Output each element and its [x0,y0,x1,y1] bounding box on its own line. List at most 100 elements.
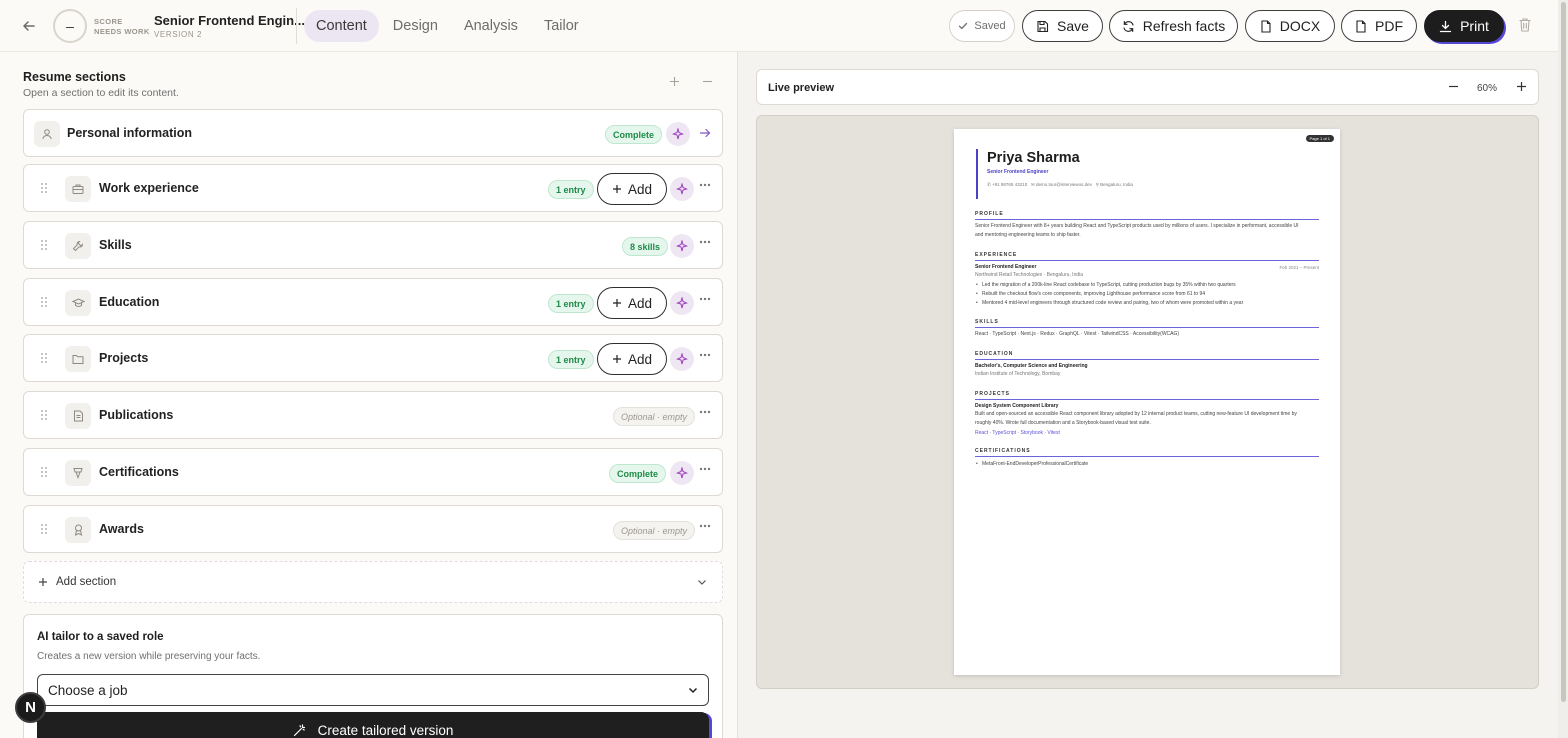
resume-name: Priya Sharma [987,150,1080,166]
section-card-education[interactable]: Education 1 entry Add [23,278,723,326]
expand-all-icon[interactable] [669,76,680,87]
saved-status-button[interactable]: Saved [949,10,1015,42]
create-tailored-label: Create tailored version [317,722,454,738]
section-title: Publications [99,408,174,422]
score-symbol: – [66,18,74,34]
add-section-label: Add section [56,576,117,588]
add-section-button[interactable]: Add section [23,561,723,603]
floppy-disk-icon [1037,20,1049,32]
ai-tailor-subtitle: Creates a new version while preserving y… [37,651,261,662]
drag-handle-icon[interactable] [40,409,48,421]
drag-handle-icon[interactable] [40,523,48,535]
editor-tabs: Content Design Analysis Tailor [304,10,591,42]
trash-icon[interactable] [1518,17,1532,33]
chevron-down-icon [688,687,698,693]
resume-skills-text: React · TypeScript · Next.js · Redux · G… [975,331,1180,337]
score-line1: SCORE [94,17,123,26]
zoom-out-icon[interactable] [1448,81,1459,92]
download-icon [1439,20,1452,32]
status-badge: Complete [605,125,663,144]
plus-icon [612,299,621,307]
ai-sparkle-icon[interactable] [670,234,694,258]
score-ring[interactable]: – [53,9,87,43]
certificate-icon [65,460,91,486]
tab-analysis[interactable]: Analysis [452,10,530,42]
resume-section-heading: PROFILE [975,211,1319,220]
status-badge: Optional · empty [613,521,696,540]
resume-profile-text: Senior Frontend Engineer with 8+ years b… [975,223,1299,238]
score-line2: NEEDS WORK [94,26,150,36]
add-entry-button[interactable]: Add [597,173,667,205]
magic-wand-icon [293,723,305,736]
create-tailored-version-button[interactable]: Create tailored version [37,712,709,738]
drag-handle-icon[interactable] [40,239,48,251]
list-item: Led the migration of a 200k-line React c… [976,281,1312,290]
drag-handle-icon[interactable] [40,296,48,308]
resume-email: demo.tour@interviewos.dev [1036,182,1092,187]
more-options-icon[interactable] [699,240,711,244]
more-options-icon[interactable] [699,353,711,357]
zoom-in-icon[interactable] [1516,81,1527,92]
print-label: Print [1460,18,1489,34]
tab-tailor[interactable]: Tailor [532,10,591,42]
resume-job-bullets: Led the migration of a 200k-line React c… [976,281,1312,307]
user-icon [34,121,60,147]
more-options-icon[interactable] [699,297,711,301]
resume-project-text: Built and open-sourced an accessible Rea… [975,411,1297,426]
tab-design[interactable]: Design [381,10,450,42]
page-indicator: Page 1 of 1 [1305,135,1334,142]
resume-contact: ✆ +91 98765 43210 ✉ demo.tour@interviewo… [987,182,1306,188]
add-label: Add [627,351,653,367]
section-card-skills[interactable]: Skills 8 skills [23,221,723,269]
more-options-icon[interactable] [699,524,711,528]
tab-content[interactable]: Content [304,10,379,42]
print-button[interactable]: Print [1424,10,1504,42]
refresh-facts-button[interactable]: Refresh facts [1109,10,1238,42]
resume-section-heading: SKILLS [975,319,1319,328]
section-card-work-experience[interactable]: Work experience 1 entry Add [23,164,723,212]
section-card-certifications[interactable]: Certifications Complete [23,448,723,496]
ai-sparkle-icon[interactable] [670,461,694,485]
zoom-level: 60% [1477,83,1498,94]
arrow-right-icon[interactable] [699,127,711,139]
more-options-icon[interactable] [699,410,711,414]
section-title: Certifications [99,465,179,479]
docx-label: DOCX [1279,18,1321,34]
ai-sparkle-icon[interactable] [666,122,690,146]
save-label: Save [1057,18,1089,34]
resume-section-heading: EXPERIENCE [975,252,1319,261]
scrollbar-thumb[interactable] [1561,2,1566,702]
docx-export-button[interactable]: DOCX [1245,10,1335,42]
drag-handle-icon[interactable] [40,182,48,194]
status-badge: 1 entry [548,350,594,369]
section-card-publications[interactable]: Publications Optional · empty [23,391,723,439]
ai-sparkle-icon[interactable] [670,347,694,371]
section-card-awards[interactable]: Awards Optional · empty [23,505,723,553]
section-card-personal-information[interactable]: Personal information Complete [23,109,723,157]
add-label: Add [627,295,653,311]
add-entry-button[interactable]: Add [597,343,667,375]
drag-handle-icon[interactable] [40,466,48,478]
drag-handle-icon[interactable] [40,352,48,364]
back-arrow-icon[interactable] [18,15,40,37]
plus-icon [612,185,621,193]
job-select[interactable]: Choose a job [37,674,709,706]
assistant-badge[interactable]: N [15,692,46,723]
section-title: Projects [99,351,149,365]
ai-tailor-title: AI tailor to a saved role [37,631,164,643]
add-entry-button[interactable]: Add [597,287,667,319]
resume-school: Indian Institute of Technology, Bombay [975,371,1061,377]
section-card-projects[interactable]: Projects 1 entry Add [23,334,723,382]
ai-sparkle-icon[interactable] [670,291,694,315]
section-title: Education [99,295,160,309]
section-title: Work experience [99,181,199,195]
resume-role: Senior Frontend Engineer [987,169,1049,175]
pdf-export-button[interactable]: PDF [1341,10,1417,42]
document-icon [65,403,91,429]
divider [296,8,297,44]
more-options-icon[interactable] [699,467,711,471]
collapse-all-icon[interactable] [702,76,713,87]
more-options-icon[interactable] [699,183,711,187]
save-button[interactable]: Save [1022,10,1103,42]
ai-sparkle-icon[interactable] [670,177,694,201]
